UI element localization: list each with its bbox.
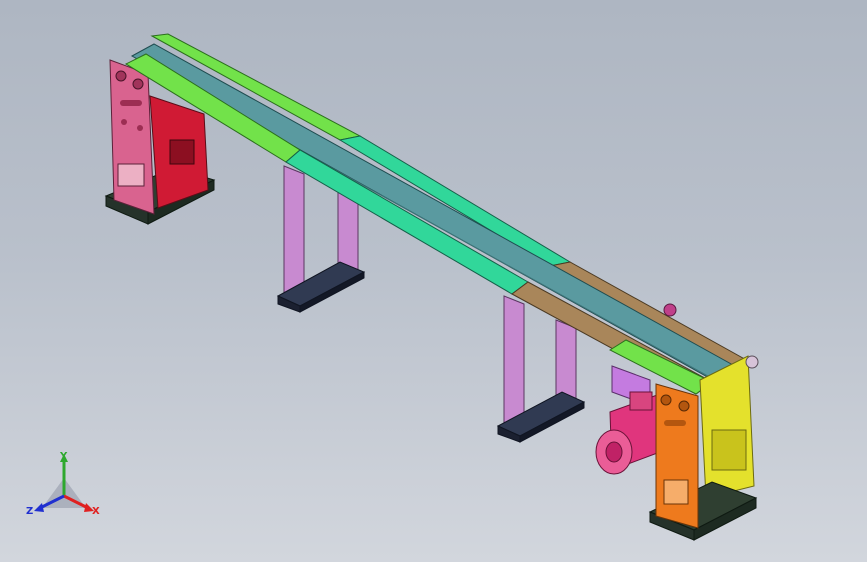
- y-axis-label: Y: [59, 451, 68, 462]
- support-leg-1-left[interactable]: [283, 165, 305, 303]
- graphics-viewport[interactable]: Y X Z: [0, 0, 867, 562]
- right-stand-orange-window: [663, 479, 689, 505]
- left-stand-opening: [117, 163, 145, 187]
- z-axis-label: Z: [26, 506, 33, 517]
- left-stand-plate[interactable]: [109, 59, 155, 215]
- x-axis-label: X: [92, 506, 100, 517]
- top-fitting[interactable]: [663, 303, 677, 317]
- support-leg-2-left[interactable]: [503, 295, 525, 433]
- right-stand-yellow-window: [711, 429, 747, 471]
- conveyor-3d-model[interactable]: [0, 0, 867, 562]
- right-stand-plate-yellow[interactable]: [699, 355, 755, 499]
- motor-shaft-cap: [605, 441, 623, 463]
- right-stand-plate-orange[interactable]: [655, 383, 699, 529]
- left-stand-window: [169, 139, 195, 165]
- conveyor-belt[interactable]: [130, 43, 743, 385]
- left-stand-slot: [120, 100, 142, 106]
- coordinate-triad[interactable]: Y X Z: [22, 448, 106, 524]
- z-axis-arrow: [34, 503, 44, 512]
- right-stand-orange-slot: [664, 420, 686, 426]
- motor-gearbox[interactable]: [629, 391, 653, 411]
